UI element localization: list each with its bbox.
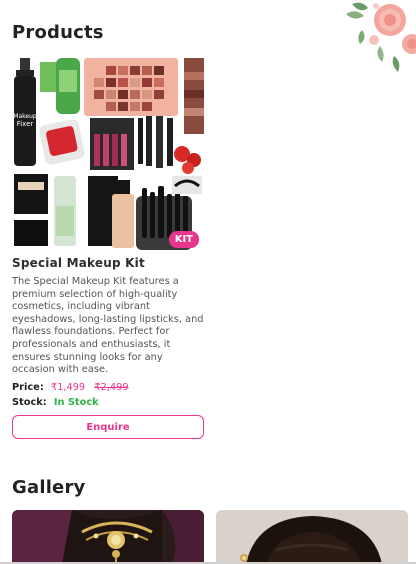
product-image[interactable]: Makeup Fixer KIT bbox=[12, 56, 204, 252]
gallery-image[interactable] bbox=[216, 510, 408, 564]
product-name: Special Makeup Kit bbox=[12, 256, 145, 270]
price-label: Price: bbox=[12, 382, 44, 393]
gallery-image[interactable] bbox=[12, 510, 204, 564]
floral-decoration bbox=[346, 2, 416, 72]
stock-label: Stock: bbox=[12, 397, 47, 408]
price-original: ₹2,499 bbox=[94, 382, 129, 393]
bridal-jewelry-photo bbox=[12, 510, 204, 564]
price-sale: ₹1,499 bbox=[50, 382, 86, 393]
makeup-kit-illustration: Makeup Fixer bbox=[13, 58, 204, 250]
bridal-hair-photo bbox=[216, 510, 408, 564]
stock-row: Stock: In Stock bbox=[12, 397, 99, 408]
product-description: The Special Makeup Kit features a premiu… bbox=[12, 276, 204, 376]
products-section-title: Products bbox=[12, 22, 104, 43]
fixer-label-1: Makeup bbox=[13, 113, 37, 120]
price-row: Price: ₹1,499 ₹2,499 bbox=[12, 382, 129, 393]
gallery-section-title: Gallery bbox=[12, 477, 86, 498]
fixer-label-2: Fixer bbox=[17, 120, 34, 128]
enquire-button[interactable]: Enquire bbox=[12, 415, 204, 439]
kit-badge: KIT bbox=[168, 231, 199, 248]
stock-status: In Stock bbox=[53, 397, 99, 408]
